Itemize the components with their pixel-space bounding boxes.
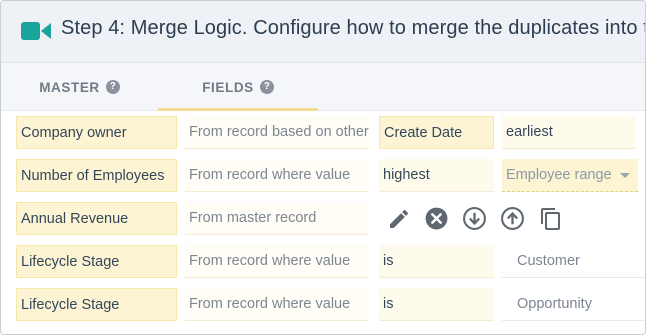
- field-name[interactable]: Number of Employees: [16, 159, 177, 192]
- merge-rule-row: Number of Employees From record where va…: [1, 154, 645, 197]
- tab-master-label: MASTER: [39, 79, 100, 95]
- merge-rule-row: Lifecycle Stage From record where value …: [1, 283, 645, 326]
- field-name[interactable]: Annual Revenue: [16, 202, 177, 235]
- copy-icon[interactable]: [538, 206, 563, 231]
- merge-rule-selector[interactable]: From record where value: [185, 288, 369, 321]
- merge-rule-row: Company owner From record based on other…: [1, 111, 645, 154]
- merge-rule-selector[interactable]: From master record: [185, 202, 369, 235]
- edit-icon[interactable]: [386, 206, 411, 231]
- remove-icon[interactable]: [424, 206, 449, 231]
- video-camera-icon: [21, 22, 51, 40]
- merge-logic-panel: Step 4: Merge Logic. Configure how to me…: [0, 0, 646, 335]
- field-name[interactable]: Lifecycle Stage: [16, 288, 177, 321]
- step-title: Step 4: Merge Logic. Configure how to me…: [61, 17, 646, 39]
- row-actions: [386, 202, 563, 235]
- rule-operand[interactable]: is: [379, 245, 494, 278]
- field-name[interactable]: Company owner: [16, 116, 177, 149]
- rule-value[interactable]: earliest: [502, 116, 636, 149]
- merge-rule-selector[interactable]: From record based on other: [185, 116, 369, 149]
- rule-operand[interactable]: Create Date: [379, 116, 494, 149]
- field-name[interactable]: Lifecycle Stage: [16, 245, 177, 278]
- tab-fields-label: FIELDS: [202, 79, 254, 95]
- tab-bar: MASTER ? FIELDS ?: [1, 63, 645, 111]
- rule-operand[interactable]: highest: [379, 159, 494, 192]
- help-icon[interactable]: ?: [259, 80, 274, 94]
- move-down-icon[interactable]: [462, 206, 487, 231]
- move-up-icon[interactable]: [500, 206, 525, 231]
- rule-value[interactable]: Opportunity: [502, 288, 645, 321]
- value-field-dropdown-label: Employee range: [506, 167, 612, 183]
- rule-operand[interactable]: is: [379, 288, 494, 321]
- value-field-dropdown[interactable]: Employee range: [502, 159, 638, 192]
- merge-rule-selector[interactable]: From record where value: [185, 159, 369, 192]
- step-header: Step 4: Merge Logic. Configure how to me…: [1, 1, 646, 63]
- tab-master[interactable]: MASTER ?: [1, 63, 158, 111]
- merge-rule-selector[interactable]: From record where value: [185, 245, 369, 278]
- help-icon[interactable]: ?: [105, 80, 120, 94]
- rule-value[interactable]: Customer: [502, 245, 645, 278]
- merge-rule-row: Lifecycle Stage From record where value …: [1, 240, 645, 283]
- chevron-down-icon: [620, 173, 630, 178]
- tab-fields[interactable]: FIELDS ?: [158, 63, 318, 111]
- merge-rule-row: Annual Revenue From master record: [1, 197, 645, 240]
